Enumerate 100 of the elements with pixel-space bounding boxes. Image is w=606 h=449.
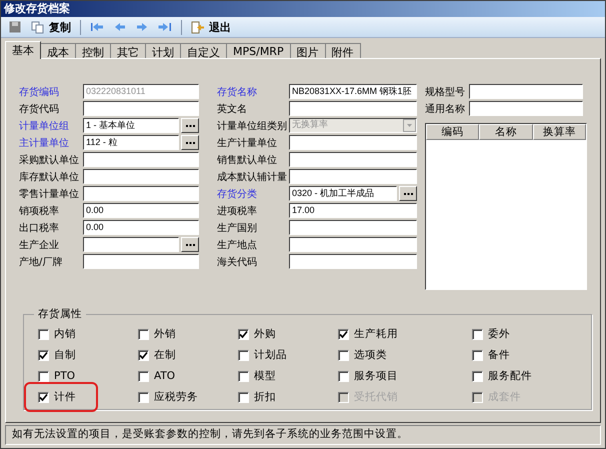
tab[interactable]: 其它 xyxy=(110,43,146,59)
checkbox[interactable] xyxy=(472,350,483,360)
checkbox-option[interactable]: 内销 xyxy=(38,327,76,341)
checkbox-option[interactable]: 自制 xyxy=(38,348,76,362)
tab[interactable]: 图片 xyxy=(290,43,326,59)
checkbox[interactable] xyxy=(138,350,149,360)
checkbox-option[interactable]: 服务项目 xyxy=(338,369,398,383)
input-field[interactable] xyxy=(289,237,417,252)
checkbox-option[interactable]: 折扣 xyxy=(238,390,276,404)
status-text: 如有无法设置的项目，是受账套参数的控制，请先到各子系统的业务范围中设置。 xyxy=(12,428,408,440)
field-label: 进项税率 xyxy=(217,204,258,218)
checkbox[interactable] xyxy=(238,350,249,360)
checkbox-option[interactable]: 委外 xyxy=(472,327,510,341)
field-label: 通用名称 xyxy=(425,102,466,116)
checkbox[interactable] xyxy=(238,392,249,402)
field-label: 主计量单位 xyxy=(19,136,70,150)
input-field[interactable] xyxy=(83,254,199,269)
field-label: 出口税率 xyxy=(19,222,60,234)
input-field[interactable]: 1 - 基本单位 xyxy=(83,118,179,133)
checkbox[interactable] xyxy=(238,328,249,340)
field-label: 生产计量单位 xyxy=(217,136,278,150)
input-field[interactable] xyxy=(83,152,199,167)
field-label: 存货名称 xyxy=(217,86,258,98)
left-arrow-icon xyxy=(114,22,126,32)
checkbox[interactable] xyxy=(338,328,349,340)
checkbox[interactable] xyxy=(138,328,149,340)
input-field[interactable] xyxy=(469,84,583,99)
tab[interactable]: 控制 xyxy=(75,43,111,59)
field-label: 销售默认单位 xyxy=(217,154,278,166)
lookup-button[interactable] xyxy=(181,237,199,252)
input-field[interactable] xyxy=(83,169,199,184)
tab[interactable]: 附件 xyxy=(324,43,361,59)
field-label: 英文名 xyxy=(217,102,248,116)
first-arrow-icon xyxy=(90,22,104,32)
checkbox-option[interactable]: ATO xyxy=(138,369,176,383)
lookup-button[interactable] xyxy=(181,118,199,133)
input-field[interactable] xyxy=(289,135,417,150)
field-label: 计量单位组 xyxy=(19,120,70,132)
checkbox-option[interactable]: 应税劳务 xyxy=(138,390,198,404)
checkbox-option[interactable]: 选项类 xyxy=(338,348,387,362)
checkbox[interactable] xyxy=(38,392,49,402)
input-field[interactable] xyxy=(469,101,583,116)
copy-button[interactable]: 复制 xyxy=(27,18,75,36)
input-field[interactable] xyxy=(83,237,179,252)
checkbox[interactable] xyxy=(472,328,483,340)
checkbox[interactable] xyxy=(338,370,349,382)
field-label: 存货代码 xyxy=(19,102,60,116)
input-field[interactable]: 112 - 粒 xyxy=(83,135,179,150)
window-title: 修改存货档案 xyxy=(4,2,70,15)
checkbox-option[interactable]: 模型 xyxy=(238,369,276,383)
checkbox-option[interactable]: 生产耗用 xyxy=(338,327,398,341)
checkbox-option[interactable]: 服务配件 xyxy=(472,369,532,383)
checkbox[interactable] xyxy=(338,350,349,360)
checkbox-option[interactable]: PTO xyxy=(38,369,76,383)
checkbox-option[interactable]: 外购 xyxy=(238,327,276,341)
right-arrow-icon xyxy=(136,22,148,32)
field-label: 计量单位组类别 xyxy=(217,120,288,132)
exit-button[interactable]: 退出 xyxy=(187,18,235,36)
input-field[interactable] xyxy=(83,101,199,116)
checkbox[interactable] xyxy=(472,370,483,382)
column-header[interactable]: 换算率 xyxy=(532,124,586,140)
input-field[interactable] xyxy=(289,169,417,184)
checkbox-option[interactable]: 在制 xyxy=(138,348,176,362)
field-label: 成本默认辅计量 xyxy=(217,170,288,184)
input-field[interactable]: 0.00 xyxy=(83,220,199,235)
input-field[interactable]: 17.00 xyxy=(289,203,417,218)
input-field[interactable] xyxy=(289,254,417,269)
tab[interactable]: 自定义 xyxy=(180,43,227,59)
input-field[interactable]: 0320 - 机加工半成品 xyxy=(289,186,397,201)
checkbox-option[interactable]: 计件 xyxy=(24,382,98,412)
input-field[interactable] xyxy=(83,186,199,201)
input-field[interactable]: NB20831XX-17.6MM 钢珠1胚 xyxy=(289,84,417,99)
lookup-button[interactable] xyxy=(181,135,199,150)
checkbox-option[interactable]: 备件 xyxy=(472,348,510,362)
field-label: 存货分类 xyxy=(217,188,258,200)
checkbox[interactable] xyxy=(38,350,49,360)
checkbox[interactable] xyxy=(138,370,149,382)
field-label: 库存默认单位 xyxy=(19,170,80,184)
field-label: 销项税率 xyxy=(19,204,60,218)
checkbox[interactable] xyxy=(38,328,49,340)
input-field[interactable] xyxy=(289,220,417,235)
input-field[interactable] xyxy=(289,152,417,167)
checkbox-option[interactable]: 计划品 xyxy=(238,348,287,362)
input-field[interactable]: 0.00 xyxy=(83,203,199,218)
field-label: 生产国别 xyxy=(217,222,258,234)
group-title: 存货属性 xyxy=(34,307,86,321)
column-header[interactable]: 编码 xyxy=(426,124,480,140)
tab[interactable]: 基本 xyxy=(5,41,41,59)
tab[interactable]: MPS/MRP xyxy=(226,43,291,59)
column-header[interactable]: 名称 xyxy=(479,124,533,140)
input-field[interactable] xyxy=(289,101,417,116)
field-label: 海关代码 xyxy=(217,256,258,268)
tab[interactable]: 计划 xyxy=(145,43,181,59)
field-label: 生产企业 xyxy=(19,238,60,252)
lookup-button[interactable] xyxy=(399,186,417,201)
checkbox-option[interactable]: 外销 xyxy=(138,327,176,341)
checkbox[interactable] xyxy=(138,392,149,402)
checkbox[interactable] xyxy=(238,370,249,382)
copy-icon xyxy=(31,20,45,34)
checkbox[interactable] xyxy=(38,370,49,382)
